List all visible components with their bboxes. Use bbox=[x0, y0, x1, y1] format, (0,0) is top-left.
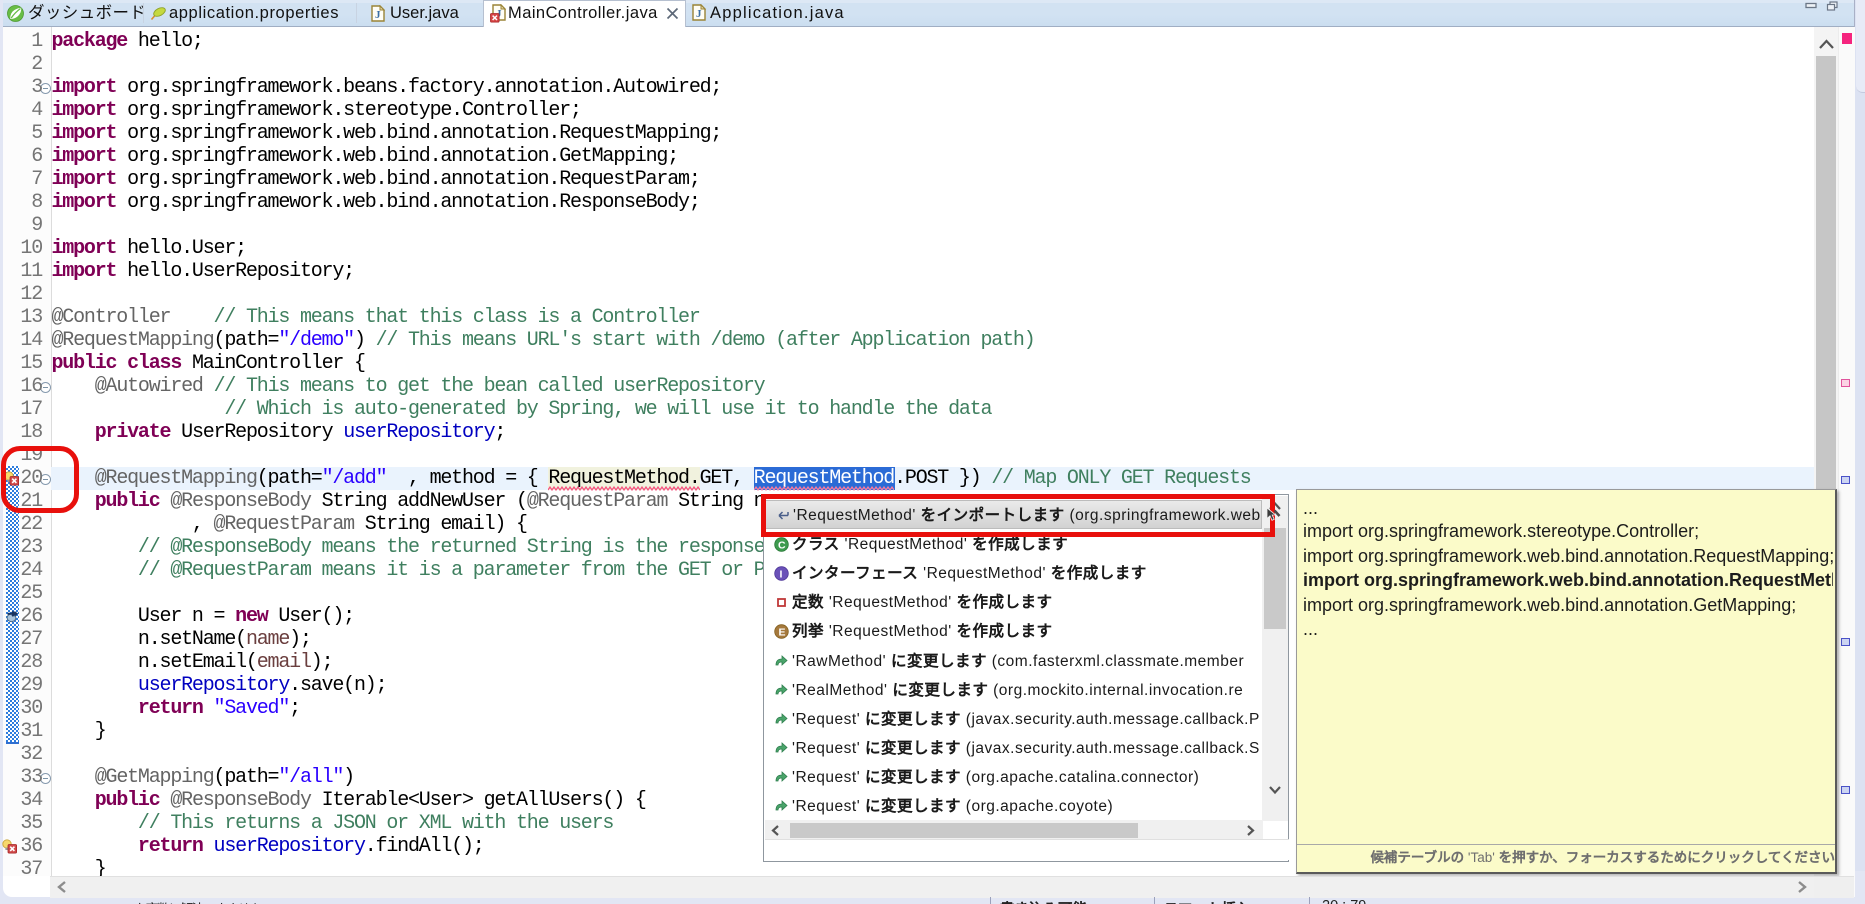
svg-text:J: J bbox=[696, 8, 702, 20]
svg-text:J: J bbox=[375, 9, 381, 21]
svg-text:I: I bbox=[780, 569, 783, 581]
svg-text:E: E bbox=[779, 627, 787, 639]
svg-text:C: C bbox=[778, 540, 786, 552]
